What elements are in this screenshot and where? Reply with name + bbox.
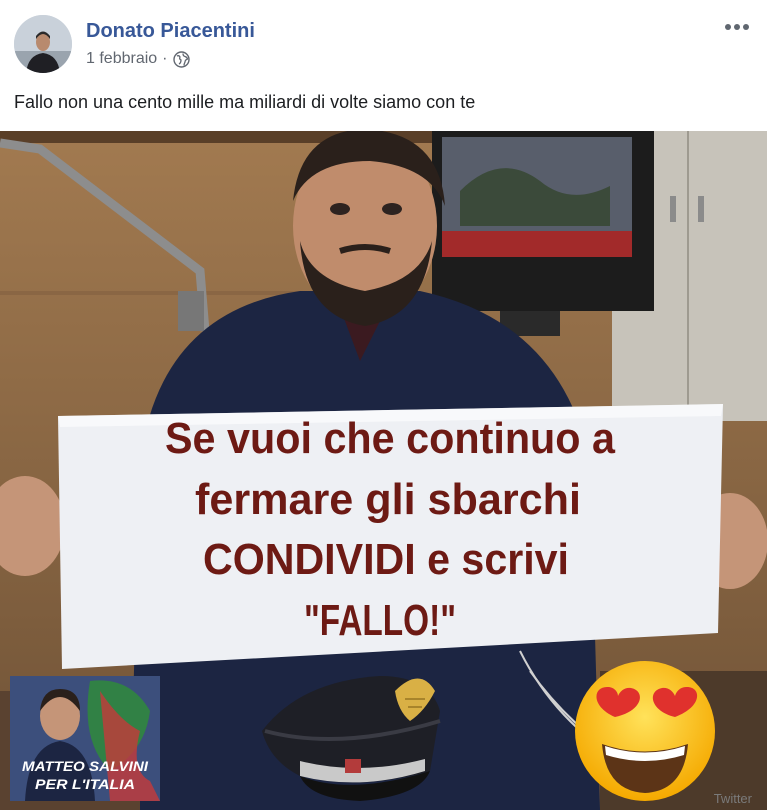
avatar[interactable] bbox=[14, 15, 72, 73]
author-name[interactable]: Donato Piacentini bbox=[86, 20, 255, 43]
post-meta: 1 febbraio · bbox=[86, 50, 190, 68]
heart-eyes-emoji bbox=[575, 661, 715, 801]
watermark: Twitter bbox=[714, 791, 753, 806]
sign-line-1: Se vuoi che continuo a bbox=[165, 414, 615, 463]
meta-separator: · bbox=[162, 50, 168, 67]
post-image[interactable]: Se vuoi che continuo a fermare gli sbarc… bbox=[0, 131, 767, 810]
sign-line-2: fermare gli sbarchi bbox=[195, 475, 581, 524]
more-options-button[interactable] bbox=[720, 14, 754, 40]
more-options-icon bbox=[725, 24, 749, 30]
post-header: Donato Piacentini 1 febbraio · bbox=[0, 0, 767, 80]
badge-line-1: MATTEO SALVINI bbox=[22, 758, 149, 774]
sign-line-4: "FALLO!" bbox=[304, 596, 456, 645]
salvini-badge: MATTEO SALVINI PER L'ITALIA bbox=[10, 676, 160, 801]
avatar-photo bbox=[14, 15, 72, 73]
globe-icon[interactable] bbox=[172, 50, 190, 68]
sign-line-3: CONDIVIDI e scrivi bbox=[203, 535, 569, 584]
sign: Se vuoi che continuo a fermare gli sbarc… bbox=[58, 404, 723, 669]
post-date[interactable]: 1 febbraio bbox=[86, 50, 157, 68]
post-text: Fallo non una cento mille ma miliardi di… bbox=[14, 92, 476, 112]
badge-line-2: PER L'ITALIA bbox=[35, 776, 135, 792]
